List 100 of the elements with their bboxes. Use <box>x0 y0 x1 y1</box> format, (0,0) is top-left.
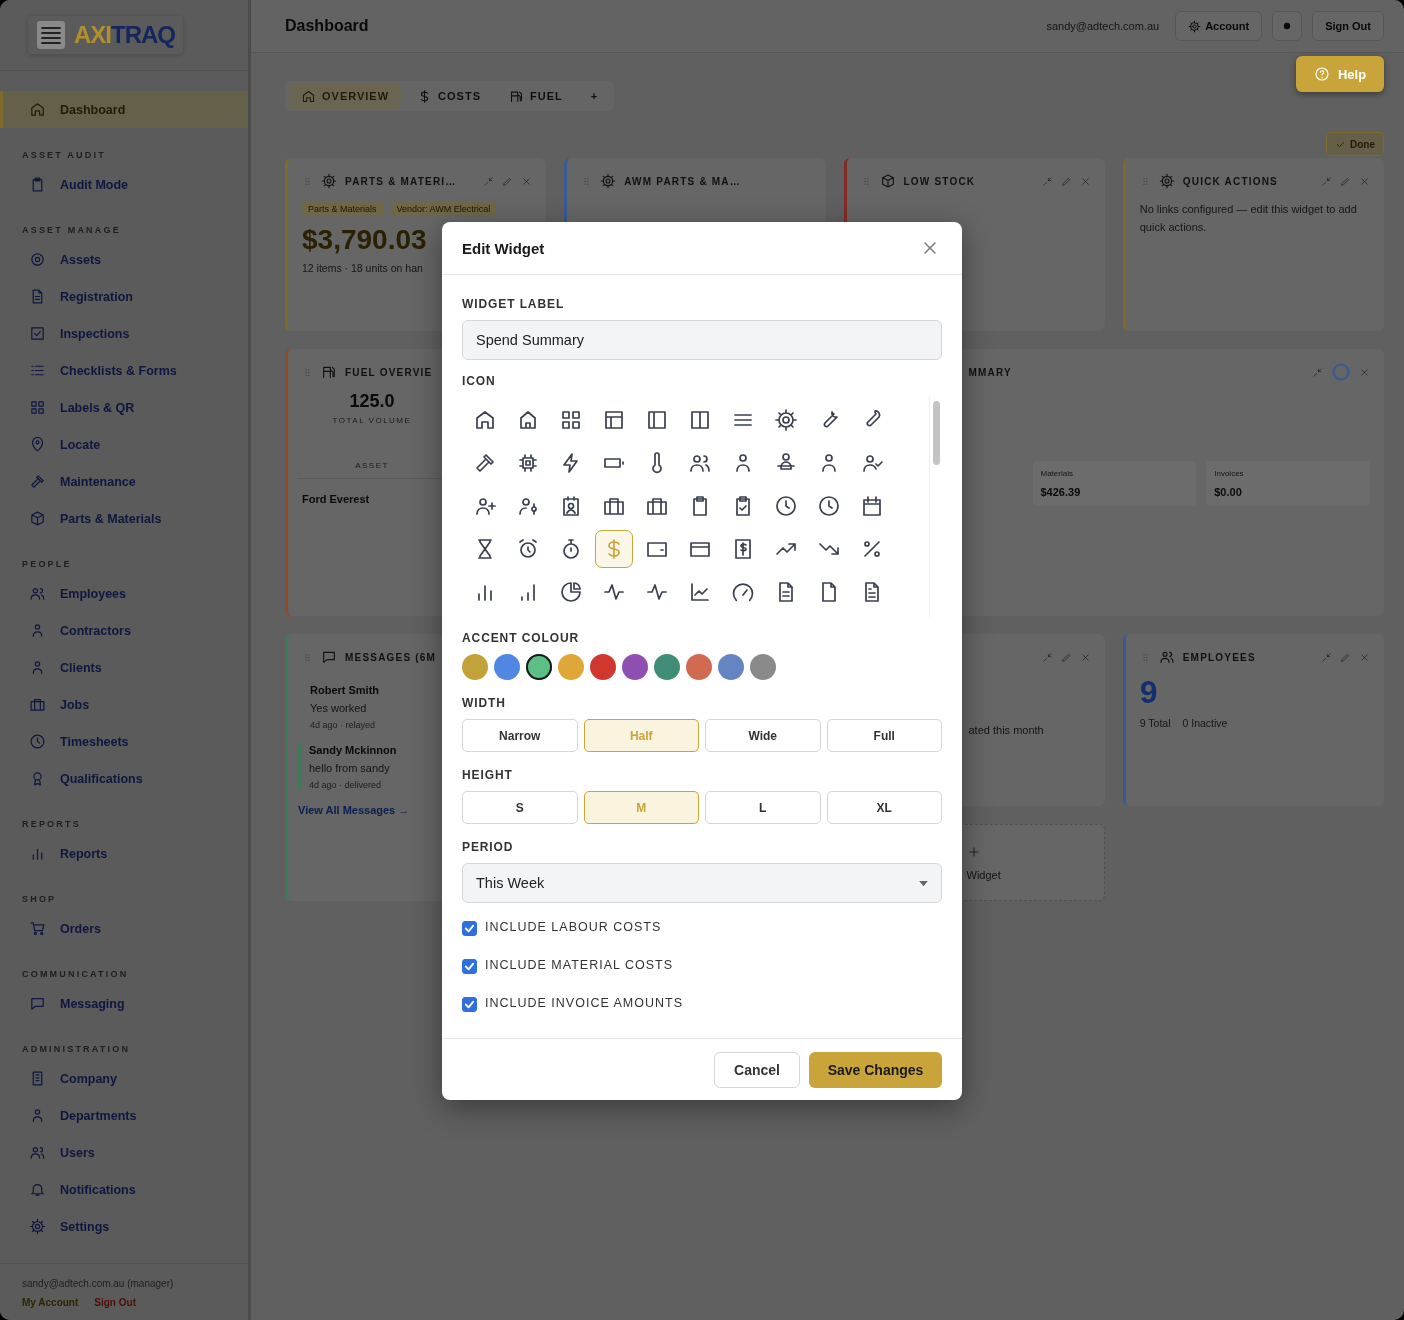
field-label: ICON <box>462 374 497 388</box>
user-email: sandy@adtech.com.au (manager) <box>22 1278 175 1289</box>
cancel-button[interactable]: Cancel <box>714 1051 800 1088</box>
label-input[interactable]: Spend Summary <box>462 320 942 360</box>
nav-item[interactable]: Labels & QR <box>0 389 248 426</box>
clock-icon <box>774 494 798 518</box>
nav-item[interactable]: Departments <box>0 1097 248 1134</box>
map-pin-icon <box>29 436 46 453</box>
nav-item[interactable]: Registration <box>0 278 248 315</box>
height-option[interactable]: L <box>705 791 821 824</box>
widget-title: LOW STOCK <box>903 175 976 187</box>
user-email: sandy@adtech.com.au <box>1046 20 1160 32</box>
chip-icon <box>516 451 540 475</box>
width-option[interactable]: Wide <box>705 719 821 752</box>
nav-item[interactable]: Users <box>0 1134 248 1171</box>
field-label: HEIGHT <box>462 768 514 782</box>
nav-item[interactable]: Maintenance <box>0 463 248 500</box>
nav-item[interactable]: Employees <box>0 575 248 612</box>
help-icon <box>1313 66 1330 82</box>
nav-item[interactable]: Contractors <box>0 612 248 649</box>
nav-item[interactable]: Parts & Materials <box>0 500 248 537</box>
colour-swatch[interactable] <box>622 654 648 680</box>
nav-item[interactable]: Locate <box>0 426 248 463</box>
nav-item[interactable]: Jobs <box>0 686 248 723</box>
target-icon <box>29 251 46 268</box>
nav-item[interactable]: Reports <box>0 835 248 872</box>
tab[interactable]: OVERVIEW <box>289 83 402 109</box>
colour-swatch[interactable] <box>654 654 680 680</box>
account-button[interactable]: Account <box>1175 11 1263 41</box>
box-icon <box>879 173 896 189</box>
checkbox[interactable] <box>462 921 477 936</box>
sign-out-button[interactable]: Sign Out <box>1312 11 1384 41</box>
box-icon <box>29 510 46 527</box>
tab[interactable]: COSTS <box>405 83 493 109</box>
home-icon <box>29 101 46 118</box>
caret-icon <box>918 879 929 887</box>
theme-button[interactable] <box>1272 11 1303 41</box>
colour-swatch[interactable] <box>462 654 488 680</box>
nav-item[interactable]: Orders <box>0 910 248 947</box>
tab[interactable]: FUEL <box>497 83 575 109</box>
message-text: Yes worked <box>310 702 367 714</box>
colour-swatch[interactable] <box>526 654 552 680</box>
colour-swatch[interactable] <box>750 654 776 680</box>
logo-mark-icon <box>36 20 66 50</box>
help-button[interactable]: Help <box>1296 56 1384 92</box>
nav-item[interactable]: Settings <box>0 1208 248 1245</box>
colour-swatch[interactable] <box>558 654 584 680</box>
widget-title: PARTS & MATERI… <box>345 175 457 187</box>
colour-swatch[interactable] <box>494 654 520 680</box>
nav-item[interactable]: Clients <box>0 649 248 686</box>
sidebar-icon <box>645 408 669 432</box>
nav-item[interactable]: Timesheets <box>0 723 248 760</box>
drag-handle-icon[interactable] <box>302 366 313 378</box>
scrollbar[interactable] <box>932 401 940 465</box>
nav-item[interactable]: Audit Mode <box>0 166 248 203</box>
save-button[interactable]: Save Changes <box>809 1051 942 1088</box>
height-option[interactable]: S <box>462 791 578 824</box>
footer-link[interactable]: Sign Out <box>94 1297 136 1308</box>
width-option[interactable]: Full <box>826 719 942 752</box>
colour-swatch[interactable] <box>590 654 616 680</box>
done-button[interactable]: Done <box>1326 132 1384 156</box>
period-select[interactable]: This Week <box>462 863 942 903</box>
view-all-link[interactable]: View All Messages → <box>298 804 410 816</box>
nav-item[interactable]: Qualifications <box>0 760 248 797</box>
tab[interactable]: + <box>578 83 611 109</box>
tag: Vendor: AWM Electrical <box>390 202 497 216</box>
message-text: hello from sandy <box>309 762 390 774</box>
users-icon <box>29 585 46 602</box>
add-widget-label[interactable]: Widget <box>966 869 1001 881</box>
dot-icon <box>1283 22 1292 30</box>
nav-item[interactable]: Checklists & Forms <box>0 352 248 389</box>
nav-item[interactable]: Inspections <box>0 315 248 352</box>
colour-swatch[interactable] <box>686 654 712 680</box>
nav-item[interactable]: Messaging <box>0 985 248 1022</box>
height-option[interactable]: XL <box>826 791 942 824</box>
stat-label: Invoices <box>1214 469 1245 478</box>
calendar-icon <box>860 494 884 518</box>
nav-item[interactable]: Assets <box>0 241 248 278</box>
field-label: WIDTH <box>462 696 507 710</box>
drag-handle-icon[interactable] <box>302 175 313 187</box>
stat-value: $0.00 <box>1214 486 1243 498</box>
drag-handle-icon[interactable] <box>302 651 313 663</box>
checkbox-label: INCLUDE LABOUR COSTS <box>485 919 662 934</box>
nav-item[interactable]: Company <box>0 1060 248 1097</box>
fuel-icon <box>509 88 524 104</box>
nav-item[interactable]: Dashboard <box>0 91 248 128</box>
nav-item[interactable]: Notifications <box>0 1171 248 1208</box>
width-option[interactable]: Narrow <box>462 719 578 752</box>
footer-link[interactable]: My Account <box>22 1297 79 1308</box>
width-option[interactable]: Half <box>583 719 699 752</box>
checkbox[interactable] <box>462 959 477 974</box>
colour-swatch[interactable] <box>718 654 744 680</box>
section-heading: ASSET MANAGE <box>21 224 122 237</box>
section-heading: ASSET AUDIT <box>21 149 107 162</box>
fuel-icon <box>321 364 337 380</box>
checkbox[interactable] <box>462 997 477 1012</box>
widget-text: ated this month <box>968 724 1044 736</box>
height-option[interactable]: M <box>583 791 699 824</box>
section-heading: SHOP <box>21 893 58 906</box>
users-icon <box>1158 649 1175 665</box>
